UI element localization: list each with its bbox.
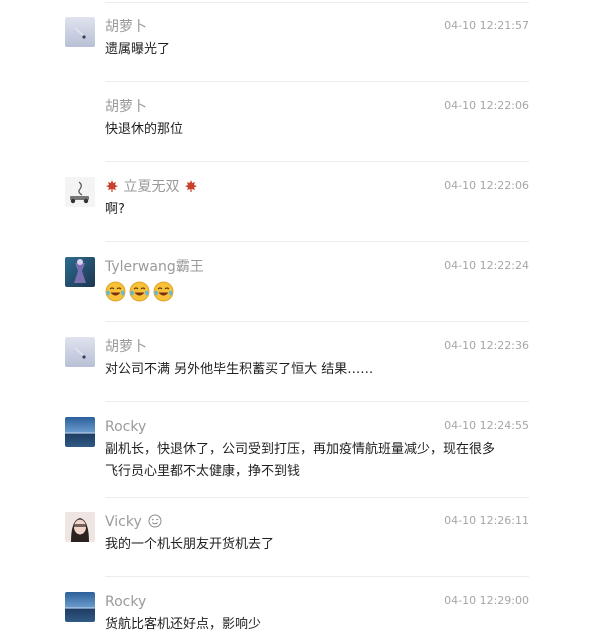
sea-avatar-icon[interactable] [65, 592, 95, 622]
comment-content: 副机长，快退休了，公司受到打压，再加疫情航班量减少，现在很多飞行员心里都不太健康… [105, 442, 496, 479]
comment-nickname[interactable]: Tylerwang霸王 [105, 258, 204, 276]
figure-avatar-icon[interactable] [65, 257, 95, 287]
comment-time: 04-10 12:22:36 [444, 339, 529, 352]
comment-nickname[interactable]: 胡萝卜 [105, 18, 147, 36]
comment-nickname[interactable]: 胡萝卜 [105, 98, 147, 116]
comment-content: 货航比客机还好点，影响少 [105, 617, 262, 632]
scooter-avatar-icon[interactable] [65, 177, 95, 207]
list-top-divider [105, 2, 529, 3]
laugh-cry-icon [153, 281, 174, 302]
laugh-cry-icon [129, 281, 150, 302]
comment-nickname[interactable]: Rocky [105, 418, 146, 436]
comment-divider [105, 241, 529, 242]
comment-time: 04-10 12:22:06 [444, 99, 529, 112]
comment-nickname-text: Vicky [105, 514, 142, 530]
maple-leaf-icon [105, 179, 119, 193]
comment-divider [105, 321, 529, 322]
sea-avatar-icon[interactable] [65, 417, 95, 447]
laugh-cry-icon [105, 281, 126, 302]
comment-time: 04-10 12:24:55 [444, 419, 529, 432]
comment-content: 啊? [105, 202, 125, 217]
comment-content [105, 281, 525, 303]
comment-content: 快退休的那位 [105, 122, 184, 137]
comment-nickname[interactable]: Rocky [105, 593, 146, 611]
comment-content: 对公司不满 另外他毕生积蓄买了恒大 结果…… [105, 362, 374, 377]
comment-time: 04-10 12:29:00 [444, 594, 529, 607]
comment-divider [105, 497, 529, 498]
sky-avatar-icon[interactable] [65, 337, 95, 367]
comment-divider [105, 161, 529, 162]
comment-nickname[interactable]: 立夏无双 [105, 178, 198, 196]
portrait-avatar-icon[interactable] [65, 512, 95, 542]
comment-divider [105, 576, 529, 577]
comment-time: 04-10 12:21:57 [444, 19, 529, 32]
wink-emoji-icon [148, 514, 162, 528]
comment-divider [105, 401, 529, 402]
comment-time: 04-10 12:22:24 [444, 259, 529, 272]
comment-divider [105, 81, 529, 82]
sky-avatar-icon[interactable] [65, 17, 95, 47]
comment-nickname[interactable]: 胡萝卜 [105, 338, 147, 356]
comment-content: 遗属曝光了 [105, 42, 171, 57]
comment-nickname[interactable]: Vicky [105, 513, 162, 531]
comment-time: 04-10 12:26:11 [444, 514, 529, 527]
maple-leaf-icon [184, 179, 198, 193]
comment-time: 04-10 12:22:06 [444, 179, 529, 192]
comment-content: 我的一个机长朋友开货机去了 [105, 537, 275, 552]
comment-nickname-text: 立夏无双 [123, 179, 180, 195]
